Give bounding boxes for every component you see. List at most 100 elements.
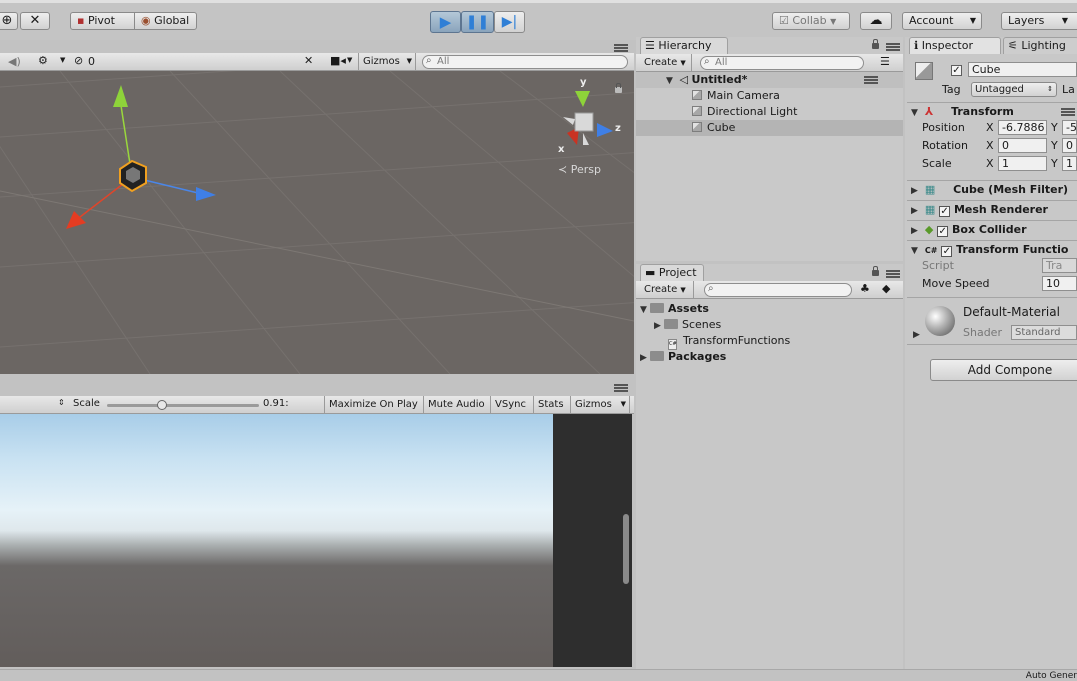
global-button[interactable]: ◉ Global — [134, 12, 197, 30]
panel-menu-icon[interactable] — [886, 270, 900, 278]
scene-tools-icon[interactable]: ✕ — [304, 54, 313, 67]
assets-folder-row[interactable]: ▼ Assets — [640, 301, 709, 317]
expand-arrow-icon[interactable]: ▼ — [911, 242, 921, 259]
maximize-on-play-toggle[interactable]: Maximize On Play — [324, 396, 422, 413]
expand-arrow-icon[interactable]: ▼ — [666, 73, 676, 89]
folder-icon — [650, 303, 664, 313]
game-scrollbar[interactable] — [623, 514, 629, 584]
axis-y-label: y — [580, 77, 587, 88]
scale-x-field[interactable]: 1 — [998, 156, 1047, 171]
account-dropdown[interactable]: Account ▼ — [902, 12, 982, 30]
layers-dropdown[interactable]: Layers ▼ — [1001, 12, 1077, 30]
mute-audio-toggle[interactable]: Mute Audio — [423, 396, 489, 413]
scenes-folder-row[interactable]: ▶ Scenes — [654, 317, 721, 333]
scene-game-divider[interactable] — [0, 374, 634, 396]
lighting-tab[interactable]: ⚟ Lighting — [1003, 37, 1077, 54]
project-tab[interactable]: ▬ Project — [640, 264, 704, 281]
stats-toggle[interactable]: Stats — [533, 396, 569, 413]
filter-type-icon[interactable]: ♣ — [860, 282, 870, 295]
pivot-button[interactable]: ▪ Pivot — [70, 12, 135, 30]
expand-arrow-icon[interactable]: ▶ — [913, 330, 920, 340]
dropdown-arrow-icon[interactable]: ▼ — [60, 56, 65, 64]
position-x-field[interactable]: -6.7886 — [998, 120, 1047, 135]
box-collider-header[interactable]: ▶ ◆ ✓ Box Collider — [907, 220, 1077, 239]
globe-icon: ◉ — [141, 14, 151, 27]
vsync-toggle[interactable]: VSync — [490, 396, 533, 413]
script-object-field: Tra — [1042, 258, 1077, 273]
expand-arrow-icon[interactable]: ▼ — [911, 104, 921, 121]
hierarchy-filter-icon[interactable]: ☰ — [880, 55, 890, 68]
object-name-field[interactable]: Cube — [968, 62, 1077, 77]
step-button[interactable]: ▶| — [494, 11, 525, 33]
packages-folder-row[interactable]: ▶ Packages — [640, 349, 726, 365]
collab-button[interactable]: ☑ Collab ▼ — [772, 12, 850, 30]
position-y-field[interactable]: -5 — [1062, 120, 1077, 135]
cloud-button[interactable]: ☁ — [860, 12, 892, 30]
hand-tool-button[interactable]: ⊕ — [0, 12, 18, 30]
rotation-x-field[interactable]: 0 — [998, 138, 1047, 153]
box-collider-checkbox[interactable]: ✓ — [937, 226, 949, 237]
persp-arrow-icon: ≺ — [558, 163, 568, 176]
move-speed-field[interactable]: 10 — [1042, 276, 1077, 291]
transform-functions-checkbox[interactable]: ✓ — [941, 246, 953, 257]
hierarchy-tab[interactable]: ☰ Hierarchy — [640, 37, 728, 54]
expand-arrow-icon[interactable]: ▶ — [654, 318, 664, 334]
hierarchy-item-directional-light[interactable]: Directional Light — [636, 104, 903, 120]
transform-functions-header[interactable]: ▼ C# ✓ Transform Functio — [907, 240, 1077, 259]
persp-label[interactable]: ≺ Persp — [558, 163, 601, 176]
material-section[interactable]: ▶ Default-Material Shader Standard — [907, 297, 1077, 345]
label-tag-icon[interactable]: ◆ — [882, 282, 890, 295]
orientation-gizmo[interactable]: y x z — [553, 77, 623, 159]
scene-viewport[interactable]: y x z ≺ Persp — [0, 71, 634, 374]
lock-icon[interactable] — [615, 83, 622, 93]
component-menu-icon[interactable] — [1061, 108, 1075, 116]
active-checkbox[interactable]: ✓ — [951, 65, 962, 76]
mesh-renderer-checkbox[interactable]: ✓ — [939, 206, 951, 217]
panel-menu-icon[interactable] — [614, 384, 628, 392]
mesh-renderer-header[interactable]: ▶ ▦ ✓ Mesh Renderer — [907, 200, 1077, 219]
scene-menu-icon[interactable] — [864, 76, 878, 84]
hidden-layers-icon[interactable]: ⊘ — [74, 54, 83, 67]
game-gizmos-dropdown[interactable]: Gizmos ▼ — [570, 396, 630, 413]
project-create-dropdown[interactable]: Create ▼ — [640, 281, 694, 298]
inspector-tab[interactable]: ℹ Inspector — [909, 37, 1001, 54]
game-viewport[interactable] — [0, 414, 553, 667]
panel-menu-icon[interactable] — [886, 43, 900, 51]
add-component-button[interactable]: Add Compone — [930, 359, 1077, 381]
dropdown-arrow-icon[interactable]: ▼ — [347, 56, 352, 64]
project-search-input[interactable] — [704, 283, 852, 297]
gameobject-icon — [692, 90, 702, 100]
hierarchy-item-main-camera[interactable]: Main Camera — [636, 88, 903, 104]
scene-search-input[interactable]: All — [422, 55, 628, 69]
pause-button[interactable]: ❚❚ — [461, 11, 494, 33]
camera-icon[interactable]: ■◂ — [330, 54, 346, 67]
effects-icon[interactable]: ⚙ — [38, 54, 48, 67]
tag-dropdown[interactable]: Untagged ⇕ — [971, 82, 1057, 97]
script-file-row[interactable]: C# TransformFunctions — [668, 333, 790, 350]
scene-row[interactable]: ▼ ◁ Untitled* — [636, 72, 903, 88]
lock-icon[interactable] — [872, 266, 879, 276]
scale-slider-thumb[interactable] — [156, 400, 167, 410]
mesh-filter-header[interactable]: ▶ ▦ Cube (Mesh Filter) — [907, 180, 1077, 199]
transform-header[interactable]: ▼ ⅄ Transform — [907, 102, 1077, 121]
scene-gizmos-dropdown[interactable]: Gizmos ▼ — [358, 53, 416, 70]
expand-arrow-icon[interactable]: ▶ — [640, 350, 650, 366]
hierarchy-create-dropdown[interactable]: Create ▼ — [640, 54, 692, 71]
scale-y-field[interactable]: 1 — [1062, 156, 1077, 171]
expand-arrow-icon[interactable]: ▶ — [911, 202, 921, 219]
expand-arrow-icon[interactable]: ▶ — [911, 182, 921, 199]
expand-arrow-icon[interactable]: ▶ — [911, 222, 921, 239]
shader-dropdown[interactable]: Standard — [1011, 325, 1077, 340]
display-dropdown-arrow-icon[interactable]: ⇕ — [58, 398, 65, 407]
hierarchy-search-input[interactable]: All — [700, 56, 864, 70]
audio-toggle-icon[interactable]: ◀) — [8, 55, 21, 68]
custom-tool-button[interactable]: ✕ — [20, 12, 50, 30]
panel-menu-icon[interactable] — [614, 44, 628, 52]
folder-icon — [650, 351, 664, 361]
lock-icon[interactable] — [872, 39, 879, 49]
hierarchy-item-cube[interactable]: Cube — [636, 120, 903, 136]
play-button[interactable]: ▶ — [430, 11, 461, 33]
expand-arrow-icon[interactable]: ▼ — [640, 302, 650, 318]
scale-slider[interactable] — [107, 400, 259, 410]
rotation-y-field[interactable]: 0 — [1062, 138, 1077, 153]
